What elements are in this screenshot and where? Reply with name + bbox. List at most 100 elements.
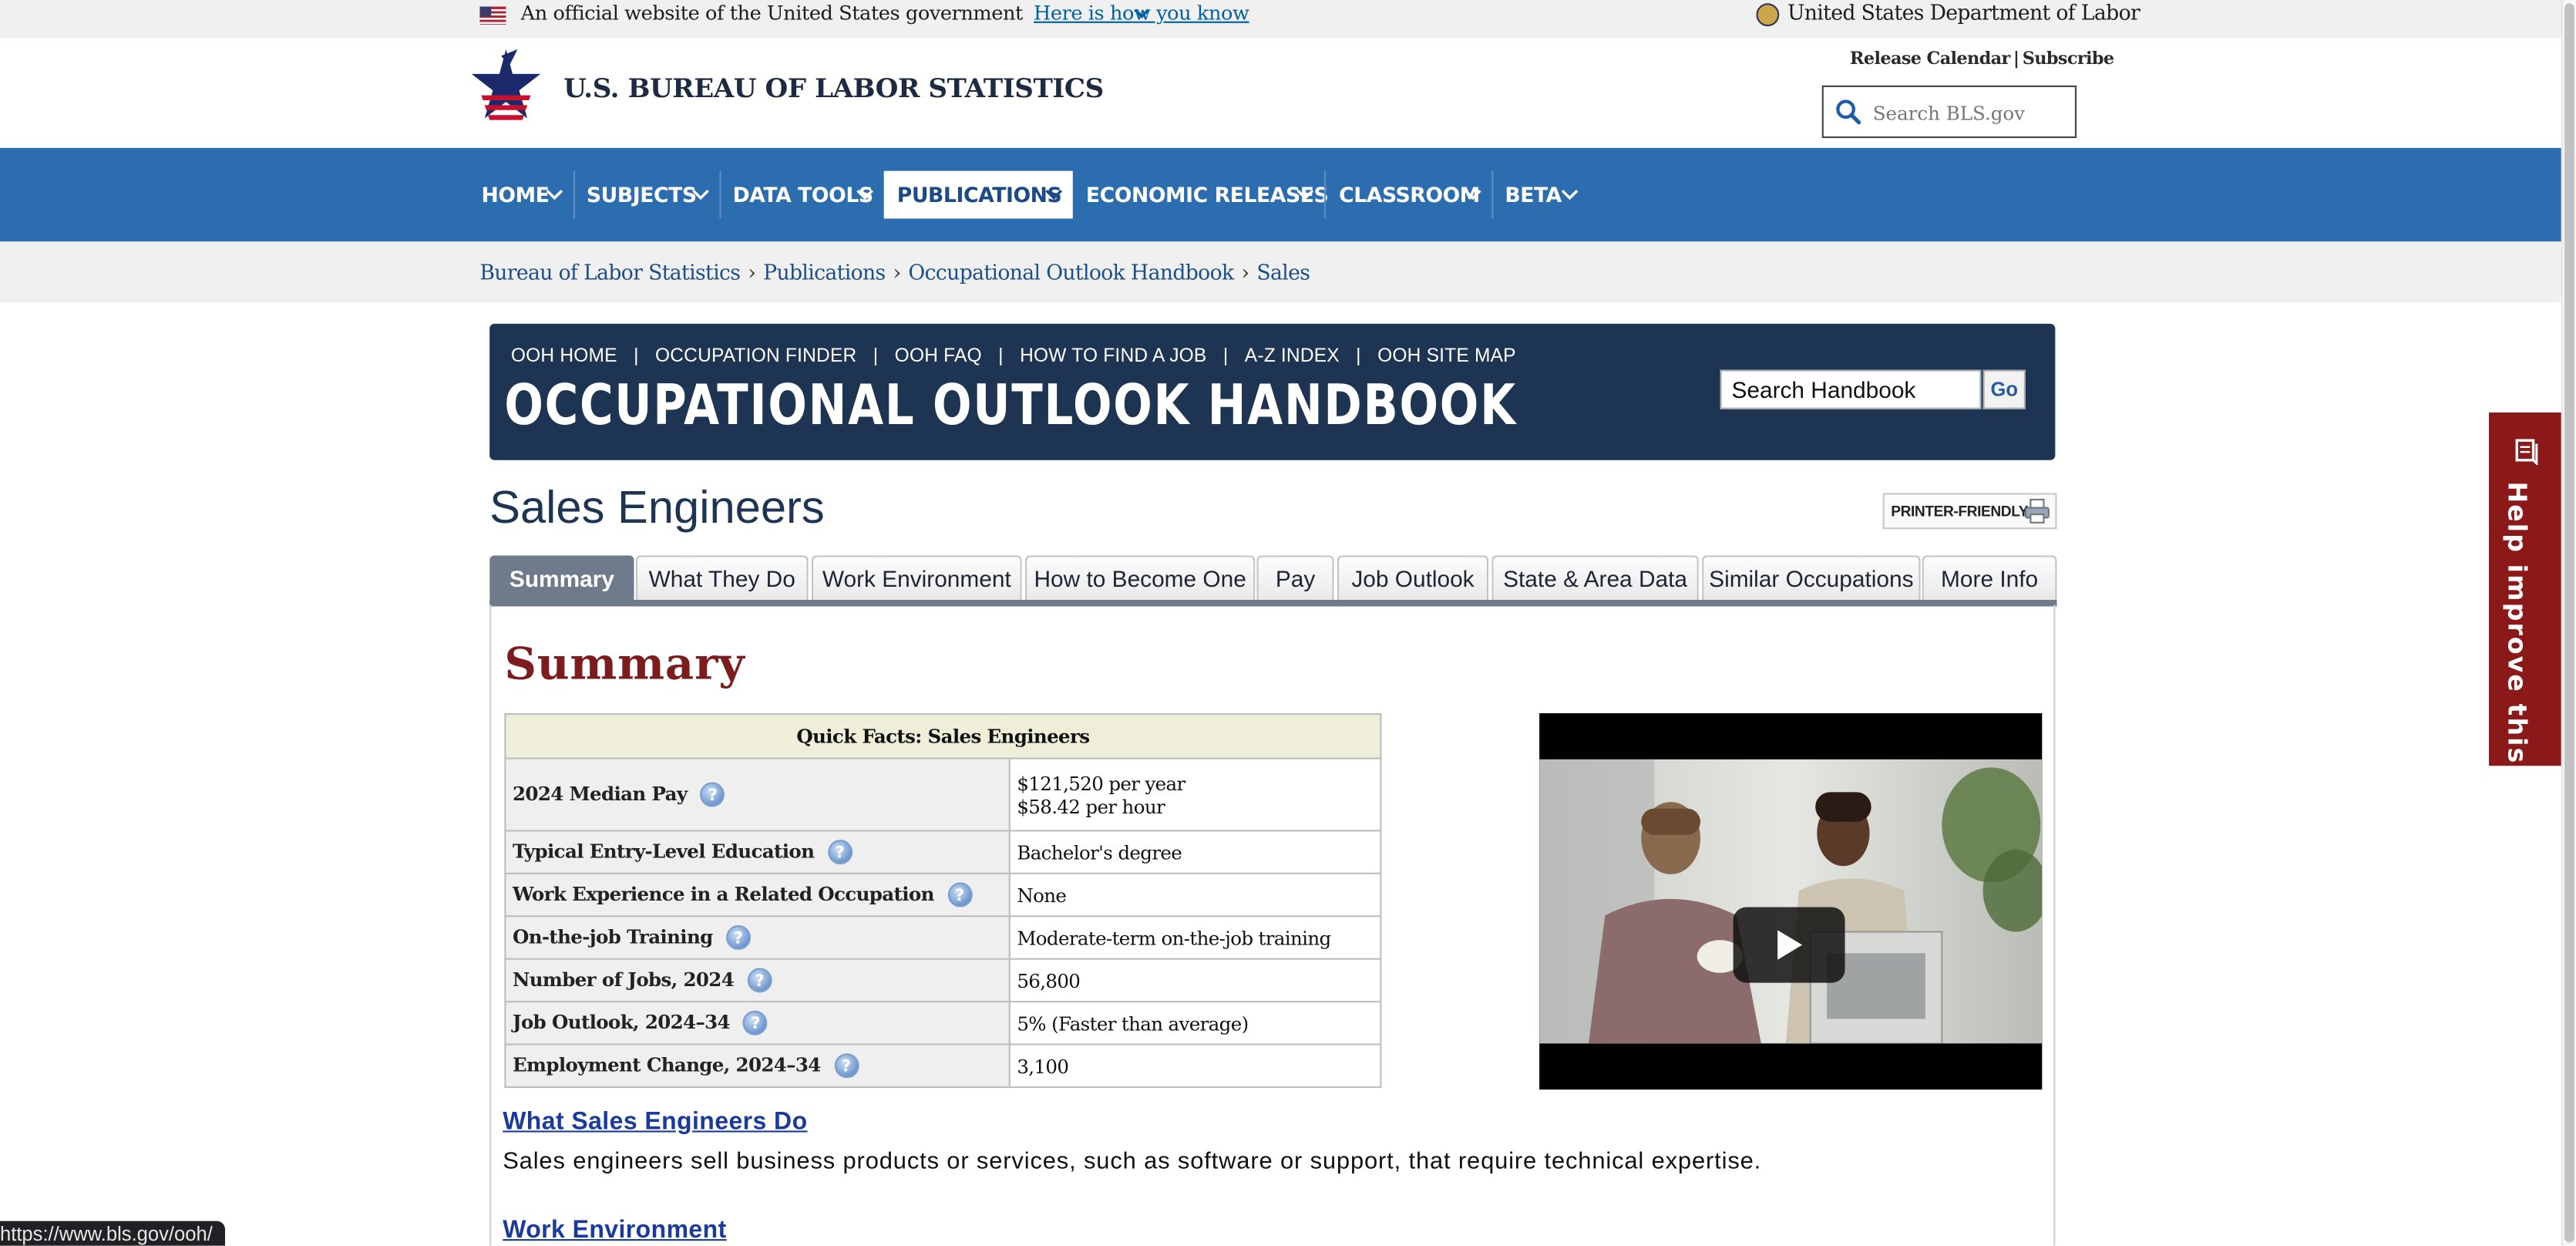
release-calendar-link[interactable]: Release Calendar <box>1850 49 2010 69</box>
chevron-right-icon: › <box>1241 259 1249 285</box>
tab-work-environment[interactable]: Work Environment <box>811 555 1022 600</box>
fact-value: 56,800 <box>1008 958 1382 1003</box>
tab-summary[interactable]: Summary <box>489 555 634 600</box>
fact-label: Number of Jobs, 2024? <box>504 958 1011 1003</box>
printer-friendly-label: PRINTER-FRIENDLY <box>1891 503 2029 520</box>
fact-label-text: Job Outlook, 2024–34 <box>512 1010 731 1034</box>
nav-classroom[interactable]: CLASSROOM <box>1339 148 1481 241</box>
nav-publications[interactable]: PUBLICATIONS <box>883 148 1073 241</box>
fact-label-text: Employment Change, 2024–34 <box>512 1052 821 1076</box>
subscribe-link[interactable]: Subscribe <box>2023 49 2114 69</box>
search-icon[interactable] <box>1835 99 1861 125</box>
fact-label-text: Work Experience in a Related Occupation <box>512 882 934 905</box>
breadcrumb-sales[interactable]: Sales <box>1256 260 1310 285</box>
tab-more-info[interactable]: More Info <box>1922 555 2057 600</box>
tab-how-to-become-one[interactable]: How to Become One <box>1024 555 1256 600</box>
chevron-down-icon <box>1045 190 1063 200</box>
scrollbar-thumb[interactable] <box>2564 3 2574 1243</box>
occupation-finder-link[interactable]: OCCUPATION FINDER <box>655 347 856 367</box>
tab-similar-occupations[interactable]: Similar Occupations <box>1702 555 1921 600</box>
nav-economic-releases-label: ECONOMIC RELEASES <box>1085 182 1329 207</box>
fact-value: 3,100 <box>1008 1043 1382 1088</box>
handbook-search-input[interactable] <box>1720 369 1982 409</box>
main-nav: HOME SUBJECTS DATA TOOLS PUBLICATIONS EC… <box>0 147 2561 242</box>
tab-state-area-data[interactable]: State & Area Data <box>1491 555 1699 600</box>
ooh-banner: OOH HOME | OCCUPATION FINDER | OOH FAQ | HOW T… <box>489 323 2056 460</box>
quick-facts-title: Quick Facts: Sales Engineers <box>504 713 1382 759</box>
breadcrumb: Bureau of Labor Statistics › Publications ›… <box>479 260 1310 285</box>
nav-economic-releases[interactable]: ECONOMIC RELEASES <box>1085 148 1329 241</box>
tab-what-they-do[interactable]: What They Do <box>635 555 809 600</box>
ooh-link-separator: | <box>1356 346 1361 367</box>
bls-search-input[interactable] <box>1869 96 2073 130</box>
help-icon[interactable]: ? <box>827 840 853 865</box>
median-pay-hourly: $58.42 per hour <box>1017 794 1165 818</box>
page-title: Sales Engineers <box>489 481 825 533</box>
table-row: Typical Entry-Level Education? Bachelor'… <box>504 830 1382 874</box>
nav-classroom-label: CLASSROOM <box>1339 182 1480 207</box>
fact-label: On-the-job Training? <box>504 915 1011 960</box>
table-row: 2024 Median Pay? $121,520 per year $58.42… <box>504 757 1382 832</box>
nav-beta[interactable]: BETA <box>1505 148 1579 241</box>
gov-banner: An official website of the United States… <box>0 0 2561 39</box>
ooh-link-separator: | <box>873 346 879 367</box>
breadcrumb-publications[interactable]: Publications <box>763 260 886 285</box>
feedback-tab[interactable]: Help improve this site <box>2489 412 2561 835</box>
printer-friendly-button[interactable]: PRINTER-FRIENDLY <box>1882 493 2057 530</box>
fact-label-text: Number of Jobs, 2024 <box>512 967 735 991</box>
handbook-go-button[interactable]: Go <box>1982 369 2026 409</box>
fact-label: Typical Entry-Level Education? <box>504 830 1011 874</box>
chevron-right-icon: › <box>748 259 756 285</box>
chevron-down-icon <box>546 190 563 200</box>
ooh-link-separator: | <box>998 346 1004 367</box>
ooh-site-map-link[interactable]: OOH SITE MAP <box>1377 347 1516 367</box>
fact-label: Job Outlook, 2024–34? <box>504 1001 1011 1046</box>
help-icon[interactable]: ? <box>743 1011 768 1036</box>
nav-divider <box>719 170 721 219</box>
chevron-down-icon <box>1296 190 1314 200</box>
ooh-title[interactable]: OCCUPATIONAL OUTLOOK HANDBOOK <box>504 376 1517 436</box>
department-of-labor-link[interactable]: United States Department of Labor <box>1787 0 2141 26</box>
chevron-down-icon[interactable] <box>1132 3 1152 23</box>
chevron-down-icon <box>1464 190 1481 200</box>
fact-label: Employment Change, 2024–34? <box>504 1043 1011 1088</box>
feedback-label: Help improve this site <box>2502 481 2532 835</box>
nav-subjects[interactable]: SUBJECTS <box>587 148 709 241</box>
help-icon[interactable]: ? <box>833 1053 859 1079</box>
ooh-links: OOH HOME | OCCUPATION FINDER | OOH FAQ | HOW T… <box>511 347 1516 367</box>
tab-pay[interactable]: Pay <box>1256 555 1334 600</box>
help-icon[interactable]: ? <box>747 968 772 993</box>
breadcrumb-bls[interactable]: Bureau of Labor Statistics <box>479 260 741 285</box>
nav-home[interactable]: HOME <box>481 148 563 241</box>
fact-label-text: Typical Entry-Level Education <box>512 839 815 863</box>
fact-value: 5% (Faster than average) <box>1008 1001 1382 1046</box>
site-title[interactable]: U.S. BUREAU OF LABOR STATISTICS <box>563 72 1104 103</box>
work-environment-link[interactable]: Work Environment <box>503 1216 726 1244</box>
how-to-find-a-job-link[interactable]: HOW TO FIND A JOB <box>1020 347 1206 367</box>
nav-beta-label: BETA <box>1505 182 1562 207</box>
tab-job-outlook[interactable]: Job Outlook <box>1337 555 1489 600</box>
bls-logo-icon[interactable] <box>468 46 543 132</box>
nav-data-tools[interactable]: DATA TOOLS <box>733 148 873 241</box>
us-flag-icon <box>479 6 506 25</box>
breadcrumb-ooh[interactable]: Occupational Outlook Handbook <box>908 260 1234 285</box>
what-they-do-link[interactable]: What Sales Engineers Do <box>503 1108 807 1136</box>
help-icon[interactable]: ? <box>700 783 725 808</box>
nav-publications-label: PUBLICATIONS <box>896 182 1062 207</box>
table-row: Number of Jobs, 2024? 56,800 <box>504 958 1382 1003</box>
help-icon[interactable]: ? <box>725 925 751 951</box>
bls-search-box[interactable] <box>1821 85 2077 139</box>
help-icon[interactable]: ? <box>947 883 972 908</box>
fact-label-text: On-the-job Training <box>512 924 713 948</box>
chevron-right-icon: › <box>893 259 901 285</box>
ooh-home-link[interactable]: OOH HOME <box>511 347 617 367</box>
occupation-tabs: Summary What They Do Work Environment Ho… <box>489 555 2057 604</box>
video-player[interactable] <box>1539 713 2043 1090</box>
a-z-index-link[interactable]: A-Z INDEX <box>1245 347 1340 367</box>
feedback-icon <box>2515 439 2538 466</box>
median-pay-yearly: $121,520 per year <box>1017 771 1185 795</box>
fact-value: None <box>1008 872 1382 918</box>
ooh-faq-link[interactable]: OOH FAQ <box>895 347 982 367</box>
chevron-down-icon <box>692 190 709 200</box>
header-links: Release Calendar | Subscribe <box>1850 49 2114 69</box>
